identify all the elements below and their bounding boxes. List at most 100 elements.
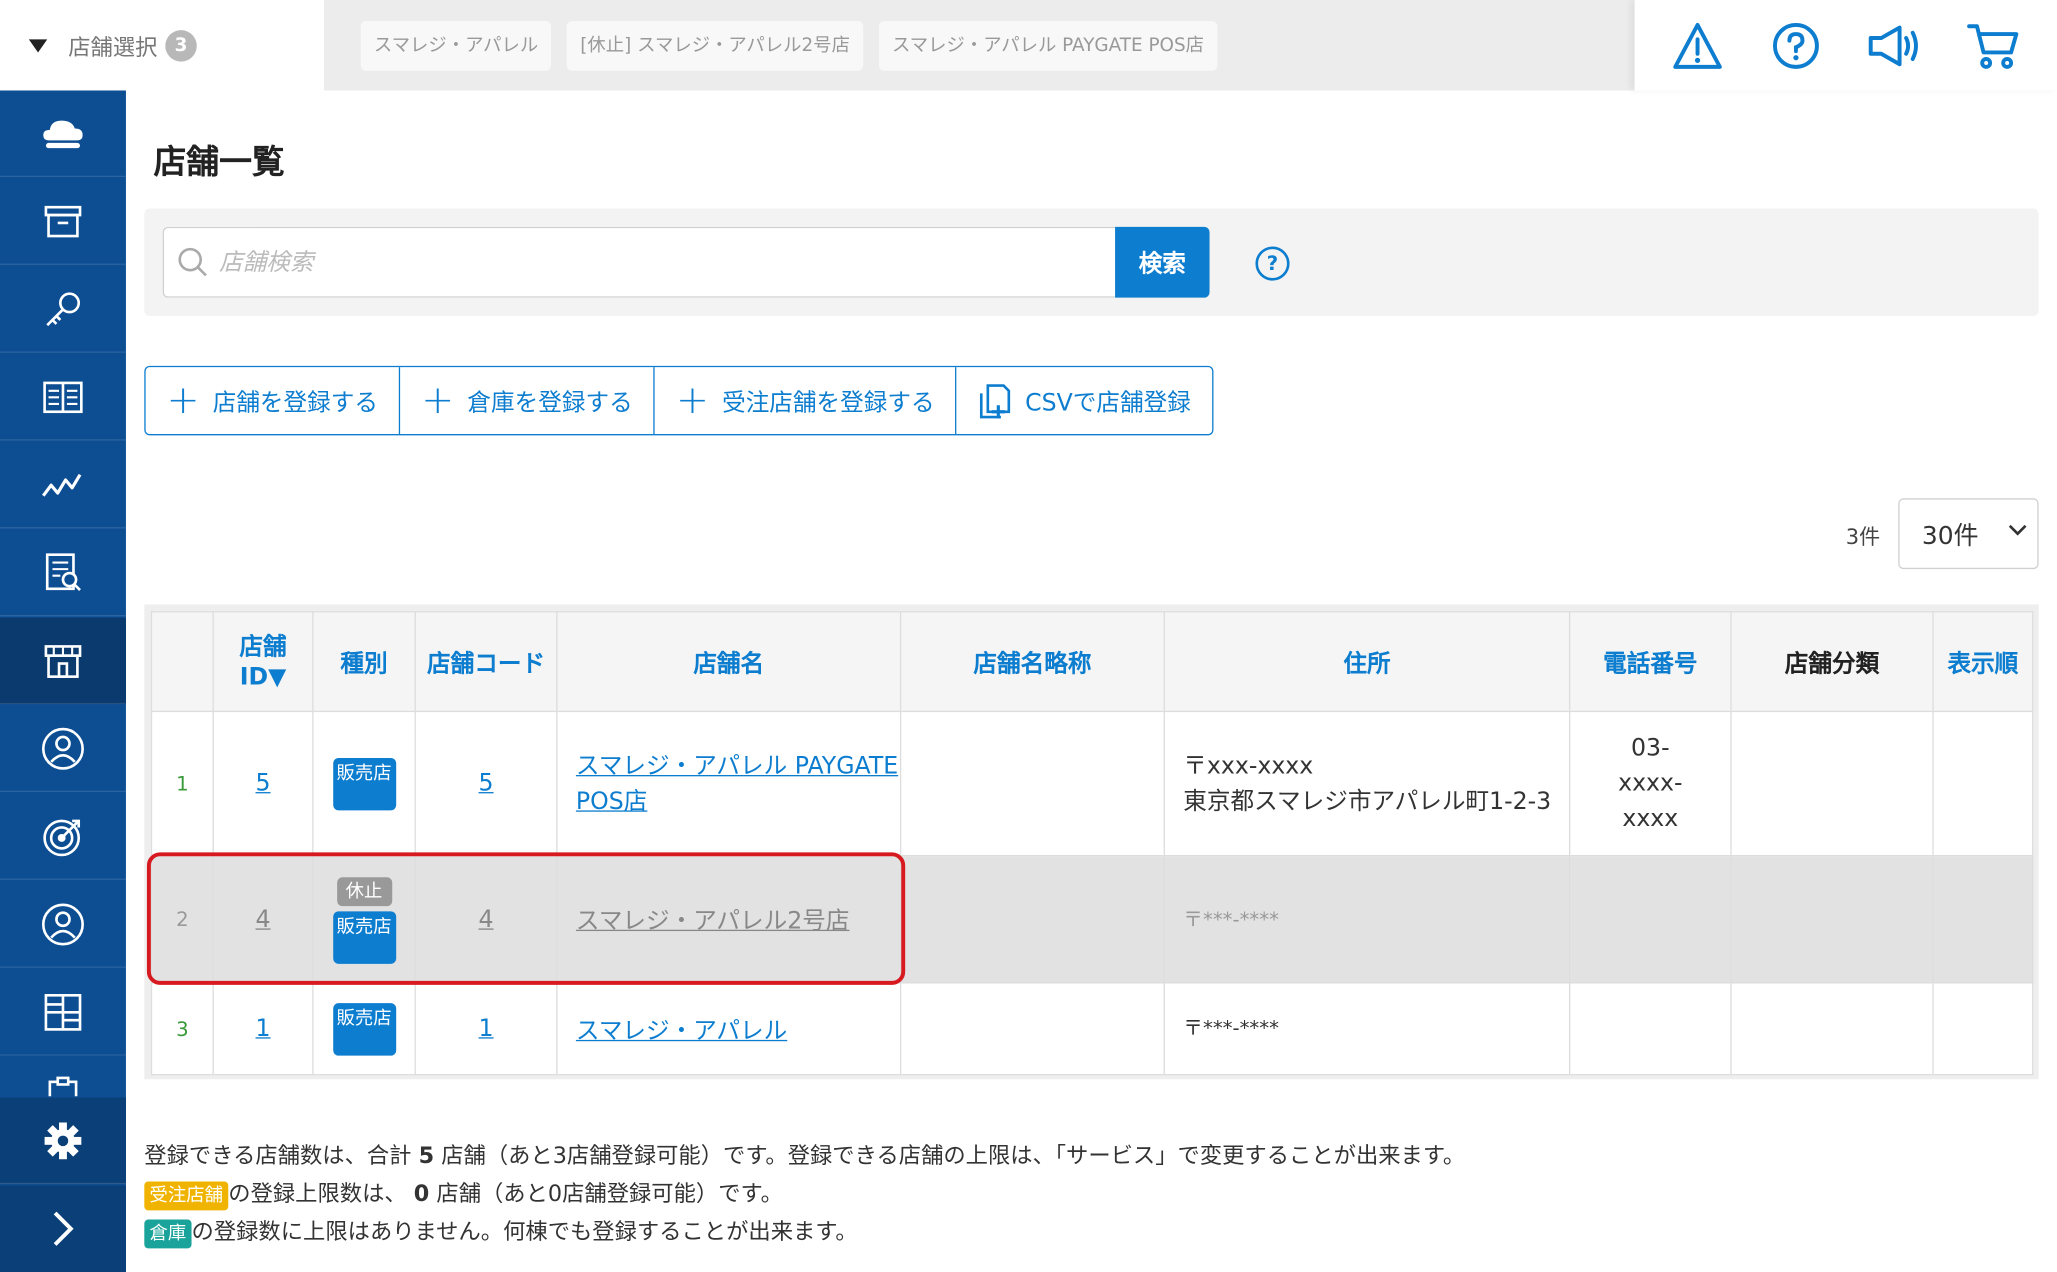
header-address[interactable]: 住所: [1163, 611, 1571, 713]
plus-icon: +: [421, 377, 455, 423]
store-select-label: 店舗選択: [68, 35, 158, 62]
sidebar-item-book[interactable]: [0, 354, 126, 441]
store-code-link[interactable]: 1: [479, 1015, 494, 1043]
expand-sidebar-button[interactable]: [0, 1185, 126, 1272]
header-store-name[interactable]: 店舗名: [556, 611, 902, 713]
sidebar-item-analytics[interactable]: [0, 442, 126, 529]
book-icon: [43, 380, 83, 413]
sidebar-item-report[interactable]: [0, 530, 126, 617]
add-store-button[interactable]: + 店舗を登録する: [146, 367, 401, 435]
sidebar-item-store[interactable]: [0, 617, 126, 705]
table-row: 3 1 販売店 1 スマレジ・アパレル 〒***-****: [150, 982, 2034, 1076]
note-line-warehouse: 倉庫 の登録数に上限はありません。何棟でも登録することが出来ます。: [144, 1214, 1465, 1252]
sidebar-item-clipboard[interactable]: [0, 1057, 126, 1097]
store-tab[interactable]: [休止] スマレジ・アパレル2号店: [567, 20, 864, 71]
sidebar-item-user[interactable]: [0, 881, 126, 968]
sales-store-badge: 販売店: [332, 757, 396, 810]
page-title: 店舗一覧: [153, 142, 285, 181]
store-tab[interactable]: スマレジ・アパレル: [360, 20, 552, 71]
help-icon[interactable]: [1765, 14, 1828, 77]
report-icon: [45, 552, 81, 591]
top-icon-group: [1634, 0, 2057, 91]
table-header-row: 店舗ID▼ 種別 店舗コード 店舗名 店舗名略称 住所 電話番号 店舗分類 表示…: [150, 611, 2034, 713]
store-name-cell: スマレジ・アパレル: [556, 982, 902, 1076]
row-number: 1: [150, 710, 214, 857]
store-tabs: スマレジ・アパレル [休止] スマレジ・アパレル2号店 スマレジ・アパレル PA…: [360, 20, 1218, 71]
short-name-cell: [899, 710, 1165, 857]
header-short-name[interactable]: 店舗名略称: [899, 611, 1165, 713]
type-cell: 休止 販売店: [312, 854, 416, 984]
header-store-id[interactable]: 店舗ID▼: [212, 611, 314, 713]
short-name-cell: [899, 854, 1165, 984]
note-text: 店舗（あと0店舗登録可能）です。: [436, 1181, 783, 1208]
store-name-link[interactable]: スマレジ・アパレル PAYGATE POS店: [576, 752, 898, 815]
store-code-link[interactable]: 5: [479, 770, 494, 798]
store-code-cell: 4: [414, 854, 558, 984]
csv-register-label: CSVで店舗登録: [1025, 388, 1191, 417]
header-store-code[interactable]: 店舗コード: [414, 611, 558, 713]
phone-cell: 03-xxxx-xxxx: [1568, 710, 1732, 857]
note-text: の登録上限数は、: [228, 1181, 407, 1208]
target-icon: [43, 818, 81, 856]
note-line-total: 登録できる店舗数は、合計 5 店舗（あと3店舗登録可能）です。登録できる店舗の上…: [144, 1138, 1465, 1176]
note-text: の登録数に上限はありません。何棟でも登録することが出来ます。: [191, 1219, 858, 1246]
store-name-link[interactable]: スマレジ・アパレル: [576, 1017, 787, 1045]
sidebar-item-key[interactable]: [0, 266, 126, 353]
zip-code: 〒***-****: [1183, 906, 1279, 931]
registration-notes: 登録できる店舗数は、合計 5 店舗（あと3店舗登録可能）です。登録できる店舗の上…: [144, 1138, 1465, 1252]
sidebar-item-archive[interactable]: [0, 178, 126, 265]
store-name-link[interactable]: スマレジ・アパレル2号店: [576, 907, 850, 935]
sidebar-item-home[interactable]: [0, 90, 126, 178]
top-bar: 店舗選択 3 スマレジ・アパレル [休止] スマレジ・アパレル2号店 スマレジ・…: [0, 0, 2057, 91]
store-id-link[interactable]: 5: [256, 770, 271, 798]
add-order-store-label: 受注店舗を登録する: [722, 388, 935, 417]
header-type[interactable]: 種別: [312, 611, 416, 713]
clipboard-icon: [48, 1076, 78, 1097]
add-order-store-button[interactable]: + 受注店舗を登録する: [655, 367, 957, 435]
add-warehouse-button[interactable]: + 倉庫を登録する: [400, 367, 655, 435]
settings-button[interactable]: [0, 1097, 126, 1185]
csv-register-button[interactable]: CSVで店舗登録: [957, 367, 1212, 434]
megaphone-icon[interactable]: [1864, 14, 1927, 77]
cart-icon[interactable]: [1963, 14, 2026, 77]
store-code-link[interactable]: 4: [479, 905, 494, 933]
add-store-label: 店舗を登録する: [212, 388, 379, 417]
sidebar-item-apps[interactable]: [0, 969, 126, 1056]
plus-icon: +: [675, 377, 709, 423]
store-id-link[interactable]: 4: [256, 905, 271, 933]
store-table: 店舗ID▼ 種別 店舗コード 店舗名 店舗名略称 住所 電話番号 店舗分類 表示…: [150, 611, 2034, 1076]
store-tab[interactable]: スマレジ・アパレル PAYGATE POS店: [878, 20, 1218, 71]
store-id-cell: 4: [212, 854, 314, 984]
address-text: 東京都スマレジ市アパレル町1-2-3: [1183, 787, 1552, 815]
store-id-link[interactable]: 1: [256, 1015, 271, 1043]
chart-icon: [42, 473, 82, 496]
note-line-order-store: 受注店舗 の登録上限数は、 0 店舗（あと0店舗登録可能）です。: [144, 1176, 1465, 1214]
store-id-cell: 5: [212, 710, 314, 857]
sidebar-item-customer[interactable]: [0, 706, 126, 793]
app-root: 店舗選択 3 スマレジ・アパレル [休止] スマレジ・アパレル2号店 スマレジ・…: [0, 0, 2057, 1272]
search-button[interactable]: 検索: [1115, 226, 1210, 298]
row-number: 3: [150, 982, 214, 1076]
warehouse-tag: 倉庫: [144, 1219, 192, 1249]
per-page-value: 30件: [1921, 521, 1979, 551]
store-count-badge: 3: [165, 29, 197, 61]
header-phone[interactable]: 電話番号: [1568, 611, 1732, 713]
zip-code: 〒xxx-xxxx: [1183, 752, 1314, 780]
zip-code: 〒***-****: [1183, 1016, 1279, 1040]
chevron-right-icon: [53, 1211, 74, 1246]
search-help-icon[interactable]: ?: [1255, 246, 1290, 281]
table-row: 1 5 販売店 5 スマレジ・アパレル PAYGATE POS店 〒xxx-xx…: [150, 710, 2034, 857]
sidebar-item-target[interactable]: [0, 793, 126, 880]
warning-icon[interactable]: [1666, 14, 1729, 77]
gear-icon: [44, 1121, 82, 1159]
user-icon: [41, 902, 84, 945]
store-select-dropdown[interactable]: 店舗選択 3: [0, 0, 325, 91]
search-icon: [178, 247, 207, 277]
per-page-select[interactable]: 30件: [1898, 498, 2039, 570]
type-cell: 販売店: [312, 982, 416, 1076]
header-display-order[interactable]: 表示順: [1932, 611, 2034, 713]
header-category: 店舗分類: [1730, 611, 1934, 713]
plus-icon: +: [166, 377, 200, 423]
search-input[interactable]: [219, 248, 1059, 277]
order-store-tag: 受注店舗: [144, 1181, 229, 1211]
